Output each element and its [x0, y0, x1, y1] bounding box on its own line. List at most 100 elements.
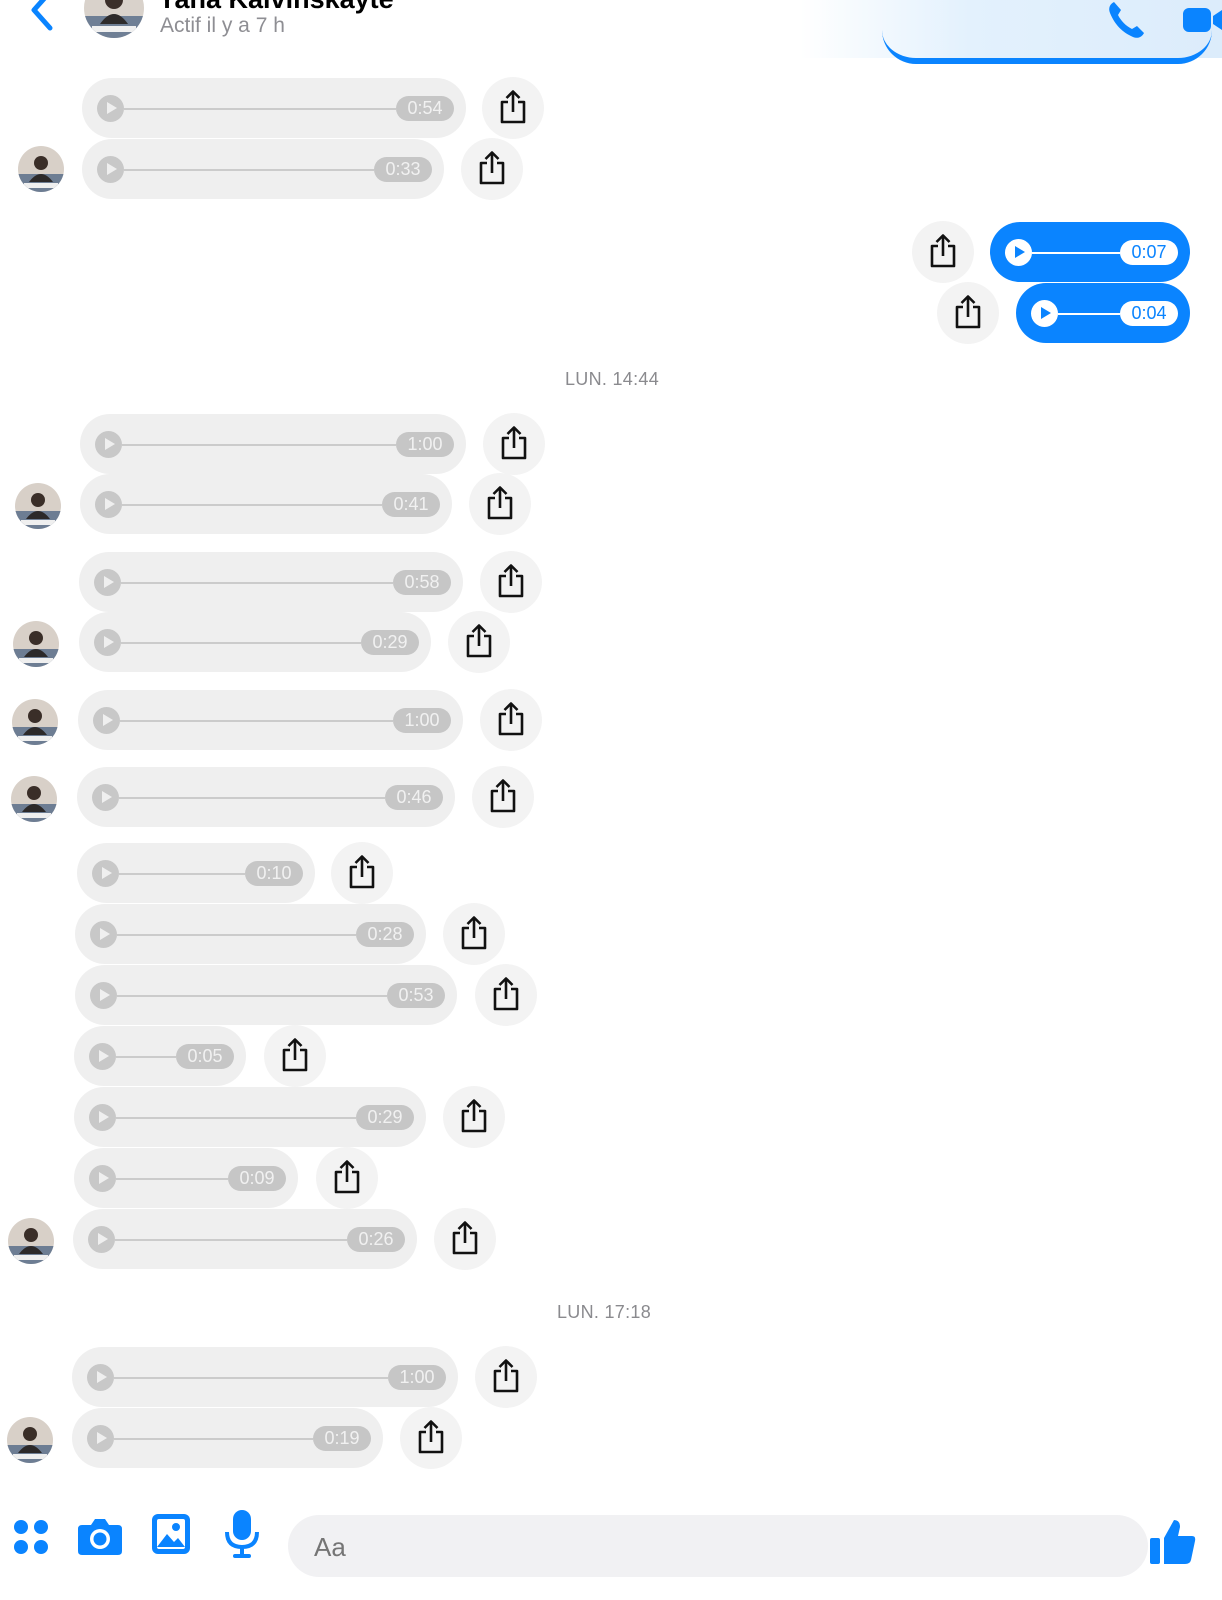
photo-gallery-icon[interactable]	[152, 1514, 190, 1559]
received-audio-message[interactable]: 0:33	[82, 139, 444, 199]
audio-duration: 0:41	[382, 492, 440, 517]
received-audio-message[interactable]: 0:26	[73, 1209, 417, 1269]
play-icon[interactable]	[97, 156, 124, 183]
play-icon[interactable]	[95, 431, 122, 458]
audio-progress-track[interactable]	[124, 108, 396, 110]
thumbs-up-icon[interactable]	[1150, 1518, 1196, 1571]
received-audio-message[interactable]: 0:28	[75, 904, 426, 964]
play-icon[interactable]	[94, 569, 121, 596]
video-camera-icon[interactable]	[1183, 4, 1222, 36]
audio-progress-track[interactable]	[114, 1377, 388, 1379]
contact-avatar[interactable]	[18, 146, 64, 192]
contact-name[interactable]: Yana Kalvinskayte	[158, 0, 394, 15]
received-audio-message[interactable]: 0:41	[80, 474, 452, 534]
play-icon[interactable]	[88, 1226, 115, 1253]
play-icon[interactable]	[90, 982, 117, 1009]
audio-progress-track[interactable]	[119, 873, 245, 875]
received-audio-message[interactable]: 0:53	[75, 965, 457, 1025]
back-chevron-icon[interactable]	[22, 0, 62, 36]
share-icon[interactable]	[443, 903, 505, 965]
play-icon[interactable]	[1005, 239, 1032, 266]
microphone-icon[interactable]	[224, 1510, 260, 1563]
share-icon[interactable]	[443, 1086, 505, 1148]
sent-audio-message[interactable]: 0:04	[1016, 283, 1190, 343]
audio-progress-track[interactable]	[116, 1117, 356, 1119]
contact-avatar[interactable]	[12, 699, 58, 745]
audio-progress-track[interactable]	[121, 642, 361, 644]
contact-avatar[interactable]	[84, 0, 144, 38]
received-audio-message[interactable]: 0:05	[74, 1026, 246, 1086]
received-audio-message[interactable]: 0:09	[74, 1148, 298, 1208]
share-icon[interactable]	[472, 766, 534, 828]
audio-progress-track[interactable]	[1032, 252, 1120, 254]
share-icon[interactable]	[480, 551, 542, 613]
audio-duration: 0:09	[228, 1166, 286, 1191]
play-icon[interactable]	[93, 707, 120, 734]
contact-avatar[interactable]	[8, 1218, 54, 1264]
play-icon[interactable]	[92, 860, 119, 887]
received-audio-message[interactable]: 0:46	[77, 767, 455, 827]
audio-progress-track[interactable]	[124, 169, 374, 171]
audio-progress-track[interactable]	[1058, 313, 1120, 315]
share-icon[interactable]	[480, 689, 542, 751]
received-audio-message[interactable]: 0:29	[79, 612, 431, 672]
share-icon[interactable]	[475, 1346, 537, 1408]
received-audio-message[interactable]: 1:00	[78, 690, 463, 750]
share-icon[interactable]	[448, 611, 510, 673]
received-audio-message[interactable]: 0:29	[74, 1087, 426, 1147]
audio-progress-track[interactable]	[116, 1056, 176, 1058]
message-input-container[interactable]	[288, 1515, 1148, 1577]
play-icon[interactable]	[1031, 300, 1058, 327]
audio-progress-track[interactable]	[119, 797, 385, 799]
received-audio-message[interactable]: 0:19	[72, 1408, 383, 1468]
received-audio-message[interactable]: 0:10	[77, 843, 315, 903]
audio-progress-track[interactable]	[115, 1239, 347, 1241]
audio-progress-track[interactable]	[122, 504, 382, 506]
play-icon[interactable]	[87, 1364, 114, 1391]
audio-duration: 0:19	[313, 1426, 371, 1451]
camera-icon[interactable]	[78, 1515, 122, 1560]
audio-duration: 0:29	[361, 630, 419, 655]
received-audio-message[interactable]: 0:58	[79, 552, 463, 612]
audio-progress-track[interactable]	[117, 995, 387, 997]
received-audio-message[interactable]: 1:00	[80, 414, 466, 474]
play-icon[interactable]	[94, 629, 121, 656]
share-icon[interactable]	[331, 842, 393, 904]
share-icon[interactable]	[400, 1407, 462, 1469]
play-icon[interactable]	[89, 1043, 116, 1070]
received-audio-message[interactable]: 0:54	[82, 78, 466, 138]
apps-grid-icon[interactable]	[12, 1518, 50, 1561]
share-icon[interactable]	[469, 473, 531, 535]
share-icon[interactable]	[482, 77, 544, 139]
play-icon[interactable]	[92, 784, 119, 811]
audio-progress-track[interactable]	[117, 934, 356, 936]
audio-progress-track[interactable]	[122, 444, 396, 446]
audio-progress-track[interactable]	[120, 720, 393, 722]
share-icon[interactable]	[316, 1147, 378, 1209]
received-audio-message[interactable]: 1:00	[72, 1347, 458, 1407]
audio-progress-track[interactable]	[121, 582, 393, 584]
contact-avatar[interactable]	[11, 776, 57, 822]
conversation-header: Yana Kalvinskayte Actif il y a 7 h	[0, 0, 1222, 64]
share-icon[interactable]	[475, 964, 537, 1026]
play-icon[interactable]	[89, 1104, 116, 1131]
share-icon[interactable]	[264, 1025, 326, 1087]
message-input[interactable]	[312, 1531, 1076, 1564]
share-icon[interactable]	[461, 138, 523, 200]
share-icon[interactable]	[912, 221, 974, 283]
audio-progress-track[interactable]	[116, 1178, 228, 1180]
phone-icon[interactable]	[1106, 0, 1146, 40]
play-icon[interactable]	[97, 95, 124, 122]
share-icon[interactable]	[434, 1208, 496, 1270]
play-icon[interactable]	[87, 1425, 114, 1452]
sent-audio-message[interactable]: 0:07	[990, 222, 1190, 282]
share-icon[interactable]	[937, 282, 999, 344]
play-icon[interactable]	[90, 921, 117, 948]
play-icon[interactable]	[95, 491, 122, 518]
play-icon[interactable]	[89, 1165, 116, 1192]
contact-avatar[interactable]	[13, 621, 59, 667]
contact-avatar[interactable]	[7, 1417, 53, 1463]
share-icon[interactable]	[483, 413, 545, 475]
audio-progress-track[interactable]	[114, 1438, 313, 1440]
contact-avatar[interactable]	[15, 483, 61, 529]
